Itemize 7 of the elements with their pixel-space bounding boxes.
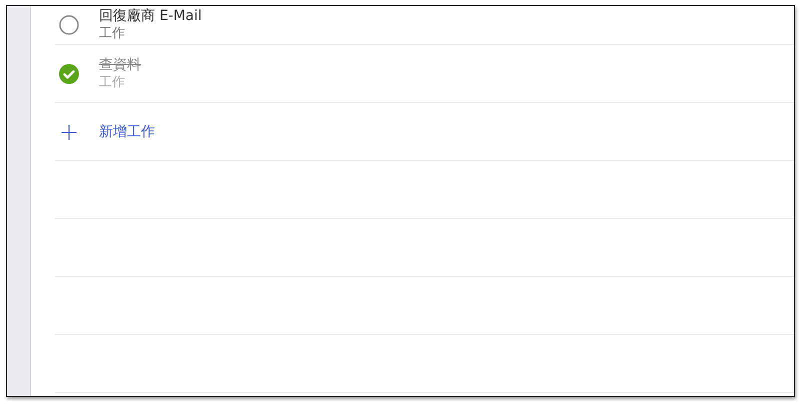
task-title: 查資料 <box>99 56 141 72</box>
checkbox[interactable] <box>59 15 79 35</box>
checked-checkbox[interactable] <box>59 64 79 84</box>
task-title: 回復廠商 E-Mail <box>99 8 202 24</box>
add-task-button[interactable]: + 新增工作 <box>55 122 155 142</box>
task-list-name: 工作 <box>99 74 126 90</box>
task-list-name: 工作 <box>99 26 126 42</box>
